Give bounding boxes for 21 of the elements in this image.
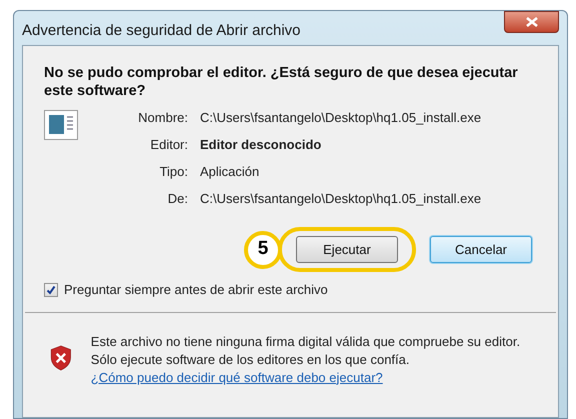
application-icon [44,110,78,140]
detail-value: C:\Users\fsantangelo\Desktop\hq1.05_install.exe [200,109,482,127]
checkmark-icon [46,284,56,295]
checkbox[interactable] [44,282,58,297]
detail-label: De: [166,190,188,208]
dialog-button[interactable]: Cancelar [430,236,532,263]
dialog-heading: No se pudo comprobar el editor. ¿Está seguro de que desea ejecutar este software? [44,64,519,100]
help-link[interactable]: ¿Cómo puedo decidir qué software debo ejecutar? [90,370,383,384]
close-button[interactable] [504,11,559,33]
detail-value: C:\Users\fsantangelo\Desktop\hq1.05_install.exe [200,190,482,208]
dialog-button[interactable]: Ejecutar [296,236,398,263]
window-title: Advertencia de seguridad de Abrir archivo [22,21,300,41]
checkbox-label: Preguntar siempre antes de abrir este archivo [64,281,328,299]
warning-text: Este archivo no tiene ninguna firma digital válida que compruebe su editor. Sólo ejecute software de los editores en los que confía. [90,332,522,368]
detail-value: Aplicación [200,163,260,181]
detail-label: Nombre: [137,109,188,127]
close-icon [526,17,538,27]
detail-label: Editor: [149,136,188,154]
detail-label: Tipo: [158,163,188,181]
detail-value: Editor desconocido [200,136,322,154]
step-number-badge: 5 [244,230,282,268]
